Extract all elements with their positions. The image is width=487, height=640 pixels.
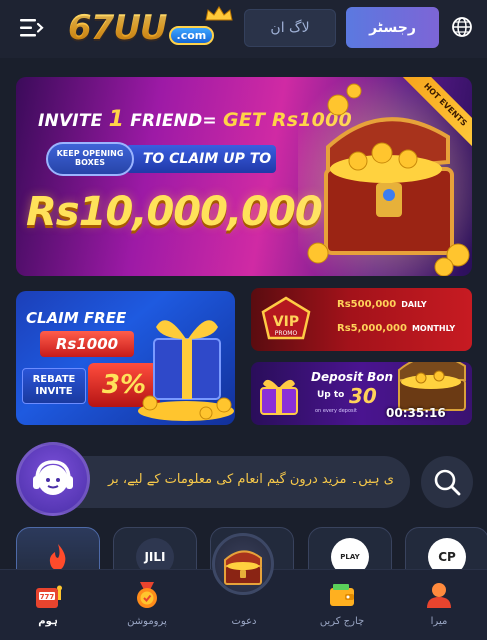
search-icon xyxy=(434,469,461,496)
invite-mid: FRIEND= xyxy=(130,111,217,131)
crown-icon xyxy=(205,6,233,21)
vip-monthly-row: Rs5,000,000 MONTHLY xyxy=(337,321,467,336)
logo-domain: .com xyxy=(168,25,215,45)
gift-icon xyxy=(260,379,298,415)
claim-free-title: CLAIM FREE xyxy=(26,309,127,327)
deposit-percent: 30 xyxy=(349,384,377,408)
keep-opening-pill: KEEP OPENING BOXES xyxy=(46,142,134,176)
countdown-timer: 00:35:16 xyxy=(386,406,446,420)
deposit-small-text: on every deposit xyxy=(315,408,357,414)
deposit-bonus-banner[interactable]: Deposit Bon Up to 30 on every deposit 00… xyxy=(251,362,472,425)
invite-count: 1 xyxy=(108,107,125,132)
svg-text:777: 777 xyxy=(40,593,55,601)
search-button[interactable] xyxy=(421,456,473,508)
deposit-title: Deposit Bon xyxy=(311,370,394,384)
nav-promotion[interactable]: پروموشن xyxy=(107,580,187,636)
gift-box-icon xyxy=(138,320,234,421)
invite-friend-banner[interactable]: INVITE 1 FRIEND= GET Rs1000 TO CLAIM UP … xyxy=(16,77,472,276)
wallet-icon xyxy=(330,584,354,606)
login-button[interactable]: لاگ ان xyxy=(244,9,336,47)
marquee-text: ی ہیں۔ مزید درون گیم انعام کی معلومات کے… xyxy=(107,472,394,487)
register-button[interactable]: رجسٹر xyxy=(346,7,439,48)
vip-badge-icon: VIP PROMO xyxy=(261,296,311,340)
claim-amount: Rs1000 xyxy=(40,331,134,357)
nav-home-label: ہوم xyxy=(38,616,58,627)
treasure-chest-icon xyxy=(224,550,262,585)
vip-daily-amount: Rs500,000 xyxy=(337,299,397,310)
nav-promotion-label: پروموشن xyxy=(127,616,167,627)
vip-monthly-label: MONTHLY xyxy=(411,324,456,333)
slot-machine-icon: 777 xyxy=(36,585,62,608)
to-claim-pill: TO CLAIM UP TO xyxy=(126,145,276,173)
globe-icon[interactable] xyxy=(451,16,473,38)
medal-icon xyxy=(137,582,157,608)
vip-badge-sub: PROMO xyxy=(275,330,298,337)
site-logo[interactable]: 67UU .com xyxy=(68,6,238,48)
vip-daily-row: Rs500,000 DAILY xyxy=(337,297,467,312)
logo-text: 67UU xyxy=(68,8,168,48)
nav-home[interactable]: 777 ہوم xyxy=(8,580,88,636)
banner-amount: Rs10,000,000 xyxy=(26,189,323,235)
top-header: 67UU .com لاگ ان رجسٹر xyxy=(0,0,487,58)
vip-daily-label: DAILY xyxy=(401,300,427,309)
claim-free-banner[interactable]: CLAIM FREE Rs1000 REBATE INVITE 3% xyxy=(16,291,235,425)
customer-support-button[interactable] xyxy=(16,442,90,516)
vip-promo-banner[interactable]: VIP PROMO Rs500,000 DAILY Rs5,000,000 MO… xyxy=(251,288,472,351)
nav-mine-label: میرا xyxy=(430,616,448,627)
to-claim-text: TO CLAIM UP TO xyxy=(142,151,272,167)
nav-mine[interactable]: میرا xyxy=(399,580,479,636)
rebate-invite-label: REBATE INVITE xyxy=(22,368,86,404)
invite-prefix: INVITE xyxy=(38,111,103,131)
nav-recharge[interactable]: چارج کریں xyxy=(302,580,382,636)
nav-recharge-label: چارج کریں xyxy=(319,616,365,627)
nav-invite-label: دعوت xyxy=(231,616,257,627)
treasure-chest-icon xyxy=(398,362,466,411)
menu-icon[interactable] xyxy=(18,15,44,41)
deposit-upto: Up to xyxy=(317,390,345,400)
headset-icon xyxy=(33,460,73,495)
vip-badge-text: VIP xyxy=(273,314,299,330)
user-icon xyxy=(427,583,451,608)
invite-fab-button[interactable] xyxy=(212,533,274,595)
vip-monthly-amount: Rs5,000,000 xyxy=(337,323,407,334)
